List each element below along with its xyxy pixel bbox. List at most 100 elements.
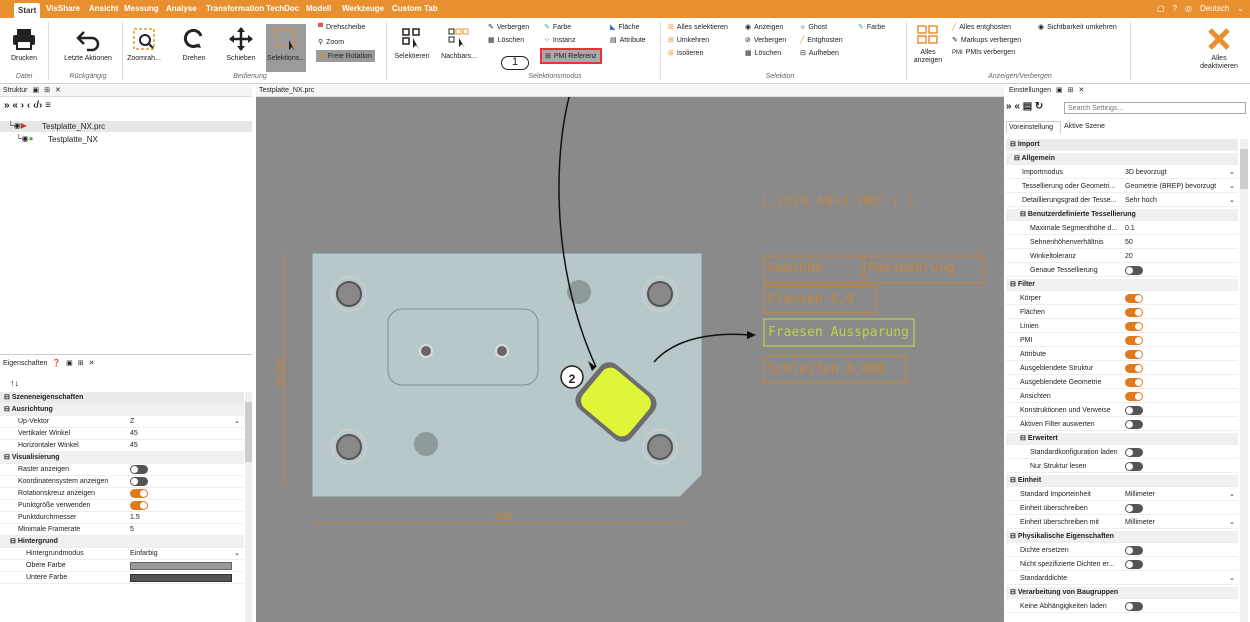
sort-icon[interactable]: ↑↓ [10,378,19,388]
window-icon[interactable]: ▢ [1157,0,1165,18]
section-verarb[interactable]: ⊟ Verarbeitung von Baugruppen [1006,587,1238,599]
show-button[interactable]: ◉ Anzeigen [745,23,783,32]
tab-modell[interactable]: Modell [302,0,335,18]
invert-visibility-button[interactable]: ◉ Sichtbarkeit umkehren [1038,23,1117,32]
ghost-button[interactable]: ◆ Ghost [800,23,827,32]
save-icon[interactable]: ▤ [1023,101,1032,112]
toggle-raster[interactable] [130,464,148,474]
deactivate-all-button[interactable]: Alles deaktivieren [1194,26,1244,71]
toggle-filter[interactable] [1125,377,1143,387]
toggle-filter[interactable] [1125,293,1143,303]
pin-icon[interactable]: ▣ [33,85,40,97]
row-standarddichte[interactable]: Standarddichte ⌄ [1006,573,1238,585]
toggle-standardkonf[interactable] [1125,447,1143,457]
dock-icon[interactable]: ⊞ [44,85,50,97]
row-filter-3[interactable]: PMI [1006,335,1238,347]
row-filter-0[interactable]: Körper [1006,293,1238,305]
pmi-fraesen-aussparung[interactable]: Fraesen Aussparung [768,325,909,340]
toggle-rotkreuz[interactable] [130,488,148,498]
unghost-all-button[interactable]: ╱ Alles entghosten [952,23,1011,32]
tab-ansicht[interactable]: Ansicht [85,0,122,18]
row-filter-8[interactable]: Konstruktionen und Verweise [1006,405,1238,417]
expand-icon[interactable]: › [21,100,24,111]
row-filter-2[interactable]: Linien [1006,321,1238,333]
pmi-gewinde[interactable]: Gewinde [768,261,823,276]
row-punktd[interactable]: Punktdurchmesser 1.5 [0,512,244,524]
section-import[interactable]: ⊟ Import [1006,139,1238,151]
section-visualisierung[interactable]: ⊟ Visualisierung [0,452,244,464]
collapse-all-icon[interactable]: « [12,100,18,111]
section-phys[interactable]: ⊟ Physikalische Eigenschaften [1006,531,1238,543]
section-filter[interactable]: ⊟ Filter [1006,279,1238,291]
section-einheit[interactable]: ⊟ Einheit [1006,475,1238,487]
tab-visshare[interactable]: VisShare [42,0,84,18]
hide-pmis-button[interactable]: PMI PMIs verbergen [952,49,1015,56]
invert-button[interactable]: ⊞ Umkehren [668,36,709,45]
dim-left[interactable]: 60,000 [275,358,285,386]
toggle-filter[interactable] [1125,419,1143,429]
selection-rect-button[interactable]: Selektions... [266,24,306,72]
unselect-button[interactable]: ⊟ Aufheben [800,49,839,58]
expand-all-icon[interactable]: » [1006,101,1012,112]
toggle-einheitueb[interactable] [1125,503,1143,513]
close-icon[interactable]: ✕ [55,85,61,97]
toggle-genaue[interactable] [1125,265,1143,275]
row-horizontal[interactable]: Horizontaler Winkel 45 [0,440,244,452]
tab-custom[interactable]: Custom Tab [388,0,442,18]
tree-item-root[interactable]: └◉▶ Testplatte_NX.prc [0,121,252,132]
row-obere[interactable]: Obere Farbe [0,560,244,572]
zoom-button[interactable]: ⚲ Zoom [318,38,344,47]
tab-start[interactable]: Start [14,3,41,18]
row-winkel[interactable]: Winkeltoleranz 20 [1006,251,1238,263]
row-standardkonf[interactable]: Standardkonfiguration laden [1006,447,1238,459]
drehscheibe-button[interactable]: ▀ Drehscheibe [318,24,365,31]
row-detail[interactable]: Detaillierungsgrad der Tesse... Sehr hoch… [1006,195,1238,207]
print-button[interactable]: Drucken [6,26,42,63]
collapse-icon[interactable]: ‹ [27,100,30,111]
row-vertikal[interactable]: Vertikaler Winkel 45 [0,428,244,440]
section-szene[interactable]: ⊟ Szeneneigenschaften [0,392,244,404]
toggle-filter[interactable] [1125,391,1143,401]
row-filter-7[interactable]: Ansichten [1006,391,1238,403]
toggle-filter[interactable] [1125,321,1143,331]
row-hgmodus[interactable]: Hintergrundmodus Einfarbig ⌄ [0,548,244,560]
row-filter-6[interactable]: Ausgeblendete Geometrie [1006,377,1238,389]
settings-search-input[interactable] [1064,102,1246,114]
toggle-punktgr[interactable] [130,500,148,510]
row-einheitueb[interactable]: Einheit überschreiben [1006,503,1238,515]
row-genaue[interactable]: Genaue Tessellierung [1006,265,1238,277]
viewport-tab[interactable]: Testplatte_NX.prc [259,87,314,94]
section-hintergrund[interactable]: ⊟ Hintergrund [0,536,244,548]
toggle-dichte[interactable] [1125,545,1143,555]
row-filter-9[interactable]: Aktiven Filter auswerten [1006,419,1238,431]
color-mode-button[interactable]: ✎ Farbe [544,23,571,32]
neighbor-button[interactable]: Nachbars... [438,26,480,61]
code-icon[interactable]: ‹/› [33,100,42,111]
row-filter-5[interactable]: Ausgeblendete Struktur [1006,363,1238,375]
toggle-nurstruktur[interactable] [1125,461,1143,471]
toggle-keine[interactable] [1125,601,1143,611]
tab-werkzeuge[interactable]: Werkzeuge [338,0,388,18]
toggle-filter[interactable] [1125,405,1143,415]
color-button[interactable]: ✎ Farbe [858,23,885,32]
pmi-fraesen[interactable]: Fraesen 0,0 [768,292,854,307]
tab-messung[interactable]: Messung [120,0,163,18]
row-nurstruktur[interactable]: Nur Struktur lesen [1006,461,1238,473]
hide-markups-button[interactable]: ✎ Markups verbergen [952,36,1021,45]
section-ausrichtung[interactable]: ⊟ Ausrichtung [0,404,244,416]
isolate-button[interactable]: ⊞ Isolieren [668,49,703,58]
dim-bottom[interactable]: 100 [494,511,512,523]
user-icon[interactable]: ◎ [1185,0,1192,18]
chevron-down-icon[interactable]: ⌄ [1237,0,1244,18]
section-allgemein[interactable]: ⊟ Allgemein [1006,153,1238,165]
row-importmodus[interactable]: Importmodus 3D bevorzugt ⌄ [1006,167,1238,179]
attribute-mode-button[interactable]: ▤ Attribute [610,36,646,45]
undo-button[interactable]: Letzte Aktionen [64,26,112,63]
toggle-filter[interactable] [1125,349,1143,359]
row-punktgr[interactable]: Punktgröße verwenden [0,500,244,512]
row-upvektor[interactable]: Up-Vektor Z ⌄ [0,416,244,428]
row-framerate[interactable]: Minimale Framerate 5 [0,524,244,536]
hide-mode-button[interactable]: ✎ Verbergen [488,23,529,32]
instance-mode-button[interactable]: ⁘ Instanz [544,36,575,45]
toggle-nichtspez[interactable] [1125,559,1143,569]
